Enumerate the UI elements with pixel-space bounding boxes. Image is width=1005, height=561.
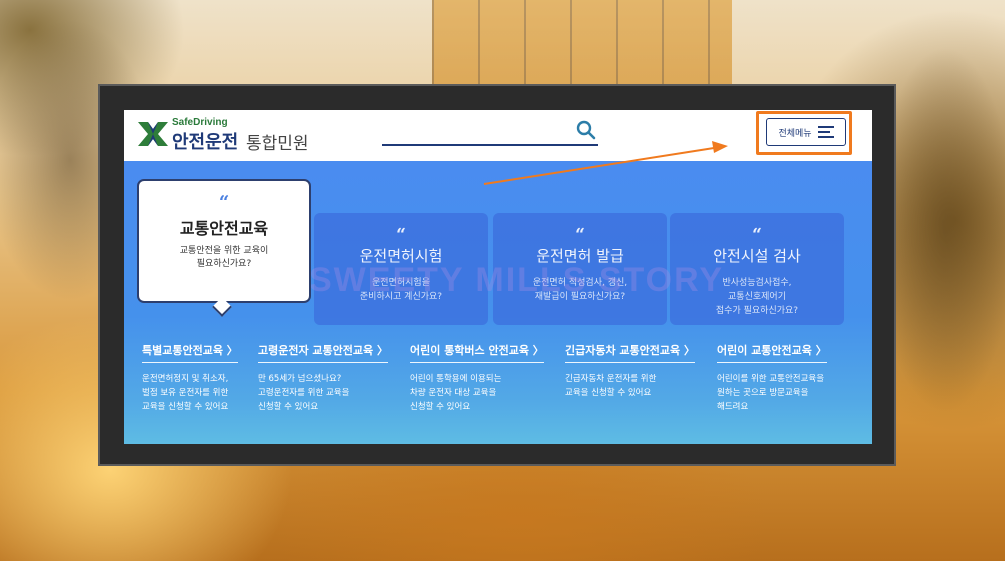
link-school-bus-education[interactable]: 어린이 통학버스 안전교육 〉 어린이 통학용에 이용되는 차량 운전자 대상 … — [410, 339, 550, 414]
link-child-education[interactable]: 어린이 교통안전교육 〉 어린이를 위한 교통안전교육을 원하는 곳으로 방문교… — [717, 339, 857, 414]
link-title[interactable]: 어린이 통학버스 안전교육 〉 — [410, 342, 544, 363]
menu-icon — [817, 126, 834, 138]
link-title[interactable]: 고령운전자 교통안전교육 〉 — [258, 342, 388, 363]
all-menu-button[interactable]: 전체메뉴 — [766, 118, 846, 146]
all-menu-label: 전체메뉴 — [778, 128, 812, 139]
link-emergency-vehicle-education[interactable]: 긴급자동차 교통안전교육 〉 긴급자동차 운전자를 위한 교육을 신청할 수 있… — [565, 339, 705, 400]
search-input[interactable] — [382, 144, 598, 146]
link-elderly-driver-education[interactable]: 고령운전자 교통안전교육 〉 만 65세가 넘으셨나요? 고령운전자를 위한 교… — [258, 339, 398, 414]
link-desc: 어린이 통학용에 이용되는 차량 운전자 대상 교육을 신청할 수 있어요 — [410, 374, 502, 412]
quote-icon: “ — [396, 225, 406, 245]
quote-icon: “ — [575, 225, 585, 245]
card-traffic-education[interactable]: “ 교통안전교육 교통안전을 위한 교육이 필요하신가요? — [137, 179, 311, 303]
logo-tail: 통합민원 — [246, 134, 309, 154]
hero-section: “ 운전면허시험 운전면허시험을 준비하시고 계신가요? “ 운전면허 발급 운… — [124, 161, 872, 444]
monitor-frame: SafeDriving 안전운전 통합민원 전체메뉴 “ 운전면허시험 운전면허… — [98, 84, 896, 466]
card-desc: 교통안전을 위한 교육이 필요하신가요? — [179, 246, 269, 269]
link-desc: 어린이를 위한 교통안전교육을 원하는 곳으로 방문교육을 해드려요 — [717, 374, 825, 412]
card-title: 교통안전교육 — [179, 219, 269, 238]
link-title[interactable]: 어린이 교통안전교육 〉 — [717, 342, 827, 363]
quote-icon: “ — [218, 192, 230, 213]
link-title[interactable]: 긴급자동차 교통안전교육 〉 — [565, 342, 695, 363]
link-desc: 긴급자동차 운전자를 위한 교육을 신청할 수 있어요 — [565, 374, 657, 398]
link-title[interactable]: 특별교통안전교육 〉 — [142, 342, 238, 363]
link-desc: 만 65세가 넘으셨나요? 고령운전자를 위한 교육을 신청할 수 있어요 — [258, 374, 350, 412]
quote-icon: “ — [752, 225, 762, 245]
site-header: SafeDriving 안전운전 통합민원 전체메뉴 — [124, 110, 872, 161]
logo-subtitle: SafeDriving — [172, 117, 228, 128]
website-screenshot: SafeDriving 안전운전 통합민원 전체메뉴 “ 운전면허시험 운전면허… — [124, 110, 872, 444]
logo-icon — [138, 122, 168, 146]
search-icon[interactable] — [576, 120, 596, 140]
background-building — [432, 0, 732, 90]
watermark: SWEETY MILLS STORY — [309, 261, 725, 299]
logo-title[interactable]: 안전운전 — [172, 128, 238, 154]
